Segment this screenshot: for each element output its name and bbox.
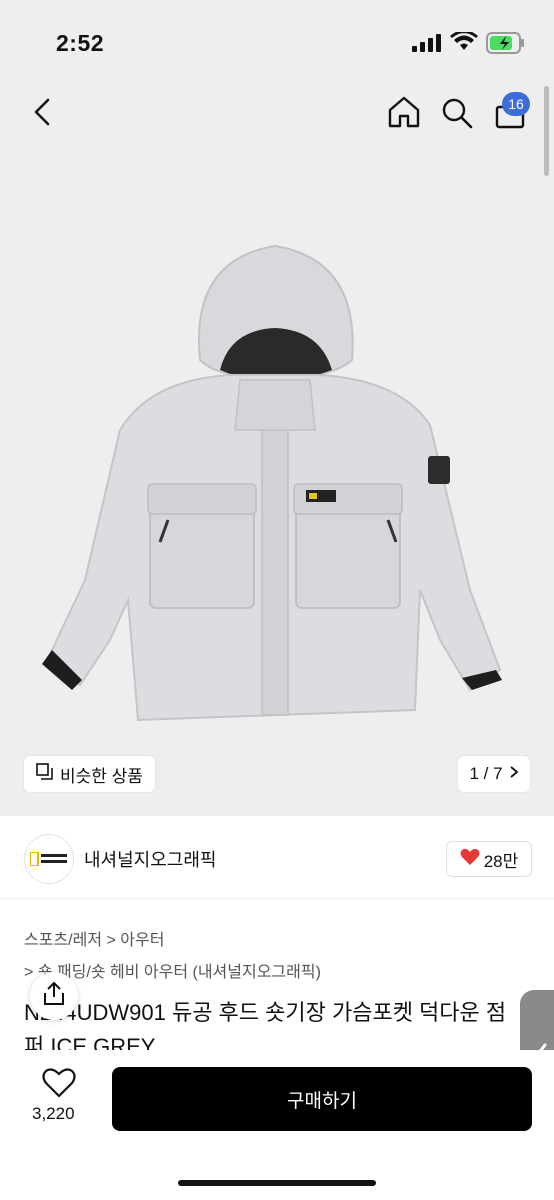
- signal-icon: [412, 34, 442, 57]
- brand-logo-mark: [30, 852, 67, 866]
- home-indicator: [178, 1180, 376, 1186]
- similar-icon: [36, 762, 54, 786]
- breadcrumb[interactable]: 스포츠/레저 > 아우터: [24, 926, 164, 950]
- heart-icon: [460, 848, 480, 871]
- status-time: 2:52: [56, 30, 105, 56]
- product-image: [42, 244, 502, 722]
- scroll-indicator: [544, 86, 549, 176]
- divider: [0, 898, 554, 899]
- chevron-right-icon: [509, 764, 519, 784]
- buy-button[interactable]: 구매하기: [112, 1067, 532, 1131]
- share-icon: [42, 981, 66, 1012]
- search-icon[interactable]: [440, 96, 474, 135]
- brand-like-count: 28만: [483, 851, 519, 871]
- similar-label: 비슷한 상품: [60, 766, 143, 786]
- wishlist-heart-icon[interactable]: [42, 1068, 76, 1103]
- cart-badge: 16: [502, 92, 530, 116]
- image-pager[interactable]: 1 / 7: [458, 756, 530, 792]
- back-icon[interactable]: [30, 96, 54, 133]
- pager-text: 1 / 7: [469, 764, 503, 783]
- wifi-icon: [450, 30, 478, 57]
- battery-icon: [486, 32, 526, 59]
- brand-logo[interactable]: [24, 834, 74, 884]
- brand-name[interactable]: 내셔널지오그래픽: [84, 846, 216, 872]
- home-icon[interactable]: [386, 94, 422, 135]
- brand-like-button[interactable]: 28만: [446, 841, 532, 877]
- share-button[interactable]: [30, 972, 78, 1020]
- wishlist-count: 3,220: [32, 1104, 75, 1123]
- similar-products-button[interactable]: 비슷한 상품: [24, 756, 155, 792]
